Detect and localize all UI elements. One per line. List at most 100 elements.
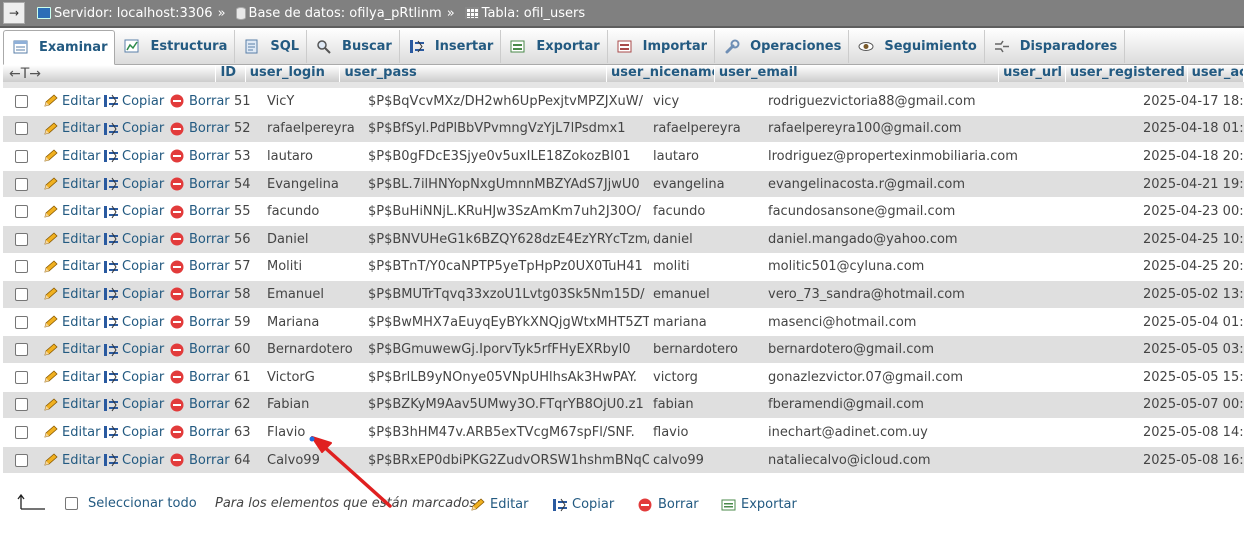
tab-estructura[interactable]: Estructura (115, 30, 236, 63)
edit-row-button[interactable]: Editar (43, 453, 103, 468)
delete-row-button-label[interactable]: Borrar (189, 453, 230, 468)
edit-row-button[interactable]: Editar (43, 315, 103, 330)
edit-row-button[interactable]: Editar (43, 342, 103, 357)
table-row[interactable]: Editar Copiar Borrar 52 rafaelpereyra $P$BfSy… (3, 115, 1244, 144)
column-header-id[interactable]: ID (216, 65, 246, 82)
copy-row-button-label[interactable]: Copiar (122, 259, 164, 274)
delete-row-button-label[interactable]: Borrar (189, 397, 230, 412)
copy-row-button[interactable]: Copiar (103, 453, 170, 468)
delete-row-button[interactable]: Borrar (170, 425, 232, 440)
edit-row-button-label[interactable]: Editar (62, 315, 101, 330)
column-header-user-nicename[interactable]: user_nicename (607, 65, 715, 82)
delete-row-button-label[interactable]: Borrar (189, 204, 230, 219)
copy-row-button-label[interactable]: Copiar (122, 370, 164, 385)
tab-insertar[interactable]: Insertar (400, 30, 502, 63)
row-checkbox[interactable] (15, 149, 28, 163)
bulk-export-label[interactable]: Exportar (741, 497, 797, 512)
column-header-user-login[interactable]: user_login (246, 65, 341, 82)
bulk-delete-label[interactable]: Borrar (658, 497, 699, 512)
delete-row-button[interactable]: Borrar (170, 370, 232, 385)
delete-row-button-label[interactable]: Borrar (189, 259, 230, 274)
copy-row-button[interactable]: Copiar (103, 121, 170, 136)
row-checkbox[interactable] (15, 453, 28, 467)
column-header-user-ac[interactable]: user_ac (1188, 65, 1244, 82)
edit-row-button-label[interactable]: Editar (62, 94, 101, 109)
delete-row-button-label[interactable]: Borrar (189, 287, 230, 302)
column-header-user-url[interactable]: user_url (999, 65, 1066, 82)
column-header-user-pass[interactable]: user_pass (340, 65, 608, 82)
delete-row-button[interactable]: Borrar (170, 204, 232, 219)
copy-row-button-label[interactable]: Copiar (122, 177, 164, 192)
copy-row-button[interactable]: Copiar (103, 177, 170, 192)
copy-row-button[interactable]: Copiar (103, 397, 170, 412)
delete-row-button[interactable]: Borrar (170, 287, 232, 302)
edit-row-button[interactable]: Editar (43, 425, 103, 440)
copy-row-button-label[interactable]: Copiar (122, 453, 164, 468)
edit-row-button-label[interactable]: Editar (62, 259, 101, 274)
breadcrumb-table-label[interactable]: Tabla: ofil_users (482, 6, 585, 21)
collapse-navigation-button[interactable]: → (3, 2, 25, 24)
copy-row-button[interactable]: Copiar (103, 287, 170, 302)
table-row[interactable]: Editar Copiar Borrar 64 Calvo99 $P$BRxEP0dbiP… (3, 446, 1244, 475)
table-row[interactable]: Editar Copiar Borrar 62 Fabian $P$BZKyM9Aav5U… (3, 391, 1244, 420)
edit-row-button-label[interactable]: Editar (62, 370, 101, 385)
breadcrumb-server-label[interactable]: Servidor: localhost:3306 (54, 6, 213, 21)
copy-row-button[interactable]: Copiar (103, 204, 170, 219)
bulk-export-button[interactable]: Exportar (721, 497, 797, 512)
edit-row-button[interactable]: Editar (43, 397, 103, 412)
edit-row-button[interactable]: Editar (43, 177, 103, 192)
delete-row-button-label[interactable]: Borrar (189, 315, 230, 330)
tab-importar[interactable]: Importar (608, 30, 716, 63)
copy-row-button[interactable]: Copiar (103, 315, 170, 330)
row-checkbox[interactable] (15, 287, 28, 301)
row-checkbox[interactable] (15, 260, 28, 274)
column-resize-toggle[interactable]: ←T→ (3, 65, 217, 82)
tab-buscar[interactable]: Buscar (307, 30, 400, 63)
copy-row-button-label[interactable]: Copiar (122, 94, 164, 109)
delete-row-button[interactable]: Borrar (170, 121, 232, 136)
edit-row-button-label[interactable]: Editar (62, 204, 101, 219)
copy-row-button-label[interactable]: Copiar (122, 287, 164, 302)
bulk-copy-label[interactable]: Copiar (572, 497, 614, 512)
edit-row-button-label[interactable]: Editar (62, 287, 101, 302)
delete-row-button-label[interactable]: Borrar (189, 121, 230, 136)
table-row[interactable]: Editar Copiar Borrar 58 Emanuel $P$BMUTrTqvq3… (3, 281, 1244, 309)
copy-row-button-label[interactable]: Copiar (122, 232, 164, 247)
column-header-user-email[interactable]: user_email (715, 65, 1000, 82)
delete-row-button[interactable]: Borrar (170, 453, 232, 468)
delete-row-button-label[interactable]: Borrar (189, 232, 230, 247)
edit-row-button-label[interactable]: Editar (62, 177, 101, 192)
delete-row-button[interactable]: Borrar (170, 259, 232, 274)
edit-row-button-label[interactable]: Editar (62, 121, 101, 136)
edit-row-button[interactable]: Editar (43, 287, 103, 302)
edit-row-button-label[interactable]: Editar (62, 149, 101, 164)
edit-row-button-label[interactable]: Editar (62, 232, 101, 247)
copy-row-button-label[interactable]: Copiar (122, 204, 164, 219)
table-row[interactable]: Editar Copiar Borrar 56 Daniel $P$BNVUHeG1k6B… (3, 225, 1244, 254)
table-row[interactable]: Editar Copiar Borrar 51 VicY $P$BqVcvMXz/DH2w… (3, 88, 1244, 116)
select-all-label[interactable]: Seleccionar todo (88, 496, 197, 511)
edit-row-button-label[interactable]: Editar (62, 342, 101, 357)
tab-examinar[interactable]: Examinar (3, 30, 116, 65)
edit-row-button[interactable]: Editar (43, 204, 103, 219)
delete-row-button-label[interactable]: Borrar (189, 370, 230, 385)
delete-row-button[interactable]: Borrar (170, 94, 232, 109)
delete-row-button[interactable]: Borrar (170, 342, 232, 357)
copy-row-button-label[interactable]: Copiar (122, 397, 164, 412)
edit-row-button-label[interactable]: Editar (62, 397, 101, 412)
row-checkbox[interactable] (15, 343, 28, 357)
tab-operaciones[interactable]: Operaciones (715, 30, 850, 63)
breadcrumb-database-label[interactable]: Base de datos: ofilya_pRtlinm (249, 6, 442, 21)
row-checkbox[interactable] (15, 232, 28, 246)
copy-row-button-label[interactable]: Copiar (122, 121, 164, 136)
copy-row-button[interactable]: Copiar (103, 425, 170, 440)
breadcrumb-server[interactable]: Servidor: localhost:3306 (29, 6, 213, 21)
copy-row-button[interactable]: Copiar (103, 232, 170, 247)
edit-row-button[interactable]: Editar (43, 259, 103, 274)
delete-row-button-label[interactable]: Borrar (189, 425, 230, 440)
row-checkbox[interactable] (15, 205, 28, 219)
select-all-checkbox[interactable] (65, 497, 78, 510)
table-row[interactable]: Editar Copiar Borrar 55 facundo $P$BuHiNNjL.K… (3, 198, 1244, 226)
tab-disparadores[interactable]: Disparadores (985, 30, 1126, 63)
copy-row-button-label[interactable]: Copiar (122, 315, 164, 330)
